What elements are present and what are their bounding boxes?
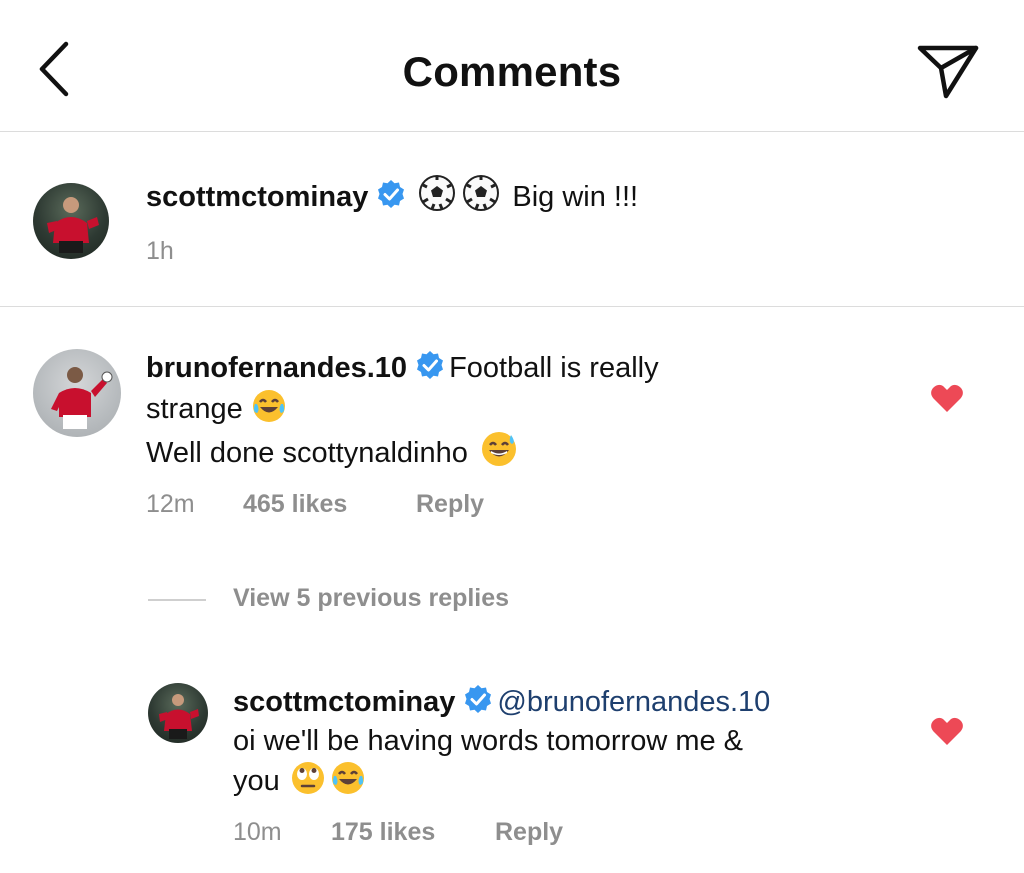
comment-line3: Well done scottynaldinho — [146, 430, 518, 473]
reply-likes[interactable]: 175 likes — [331, 818, 435, 847]
caption-text: Big win !!! — [512, 181, 639, 213]
comment-username[interactable]: brunofernandes.10 — [146, 352, 407, 384]
caption-time: 1h — [146, 237, 174, 265]
comment-line2: strange — [146, 388, 287, 429]
replies-line — [148, 599, 206, 601]
comment-likes[interactable]: 465 likes — [243, 490, 347, 519]
reply-line2: you — [233, 760, 366, 801]
avatar[interactable] — [148, 683, 208, 743]
verified-badge-icon — [417, 351, 444, 379]
tears-of-joy-emoji — [252, 390, 285, 422]
soccer-ball-emoji — [463, 175, 500, 211]
reply-button[interactable]: Reply — [416, 490, 484, 519]
verified-badge-icon — [465, 685, 492, 713]
caption-divider — [0, 306, 1024, 307]
soccer-ball-emoji — [419, 175, 456, 211]
player-photo — [51, 367, 113, 429]
verified-badge-icon — [378, 180, 405, 208]
view-previous-replies-button[interactable]: View 5 previous replies — [233, 584, 509, 613]
eye-roll-emoji — [291, 762, 324, 794]
avatar[interactable] — [33, 183, 109, 259]
caption: scottmctominay Big win !!! — [146, 174, 638, 217]
grinning-sweat-emoji — [481, 432, 516, 466]
avatar[interactable] — [33, 349, 121, 437]
page-title: Comments — [402, 48, 622, 95]
reply: scottmctominay @brunofernandes.10 — [233, 682, 770, 722]
tears-of-joy-emoji — [331, 762, 364, 794]
comment-time: 12m — [146, 490, 195, 518]
like-button[interactable] — [930, 716, 964, 751]
comment-text-line1: Football is really — [449, 352, 659, 384]
reply-text-line2: you — [233, 765, 280, 797]
share-button[interactable] — [912, 38, 982, 102]
comment-text-line3: Well done scottynaldinho — [146, 437, 468, 469]
heart-filled-icon — [931, 384, 963, 412]
caption-username[interactable]: scottmctominay — [146, 181, 368, 213]
player-photo — [47, 197, 99, 253]
reply-username[interactable]: scottmctominay — [233, 686, 455, 718]
reply-mention[interactable]: @brunofernandes.10 — [497, 686, 770, 718]
reply-time: 10m — [233, 818, 282, 846]
player-photo — [159, 694, 199, 739]
like-button[interactable] — [930, 383, 964, 418]
reply-text-line1: oi we'll be having words tomorrow me & — [233, 725, 744, 757]
reply-reply-button[interactable]: Reply — [495, 818, 563, 847]
comment: brunofernandes.10 Football is really — [146, 348, 659, 388]
comment-text-line2: strange — [146, 393, 243, 425]
heart-filled-icon — [931, 717, 963, 745]
send-icon — [917, 45, 979, 99]
header-divider — [0, 131, 1024, 132]
